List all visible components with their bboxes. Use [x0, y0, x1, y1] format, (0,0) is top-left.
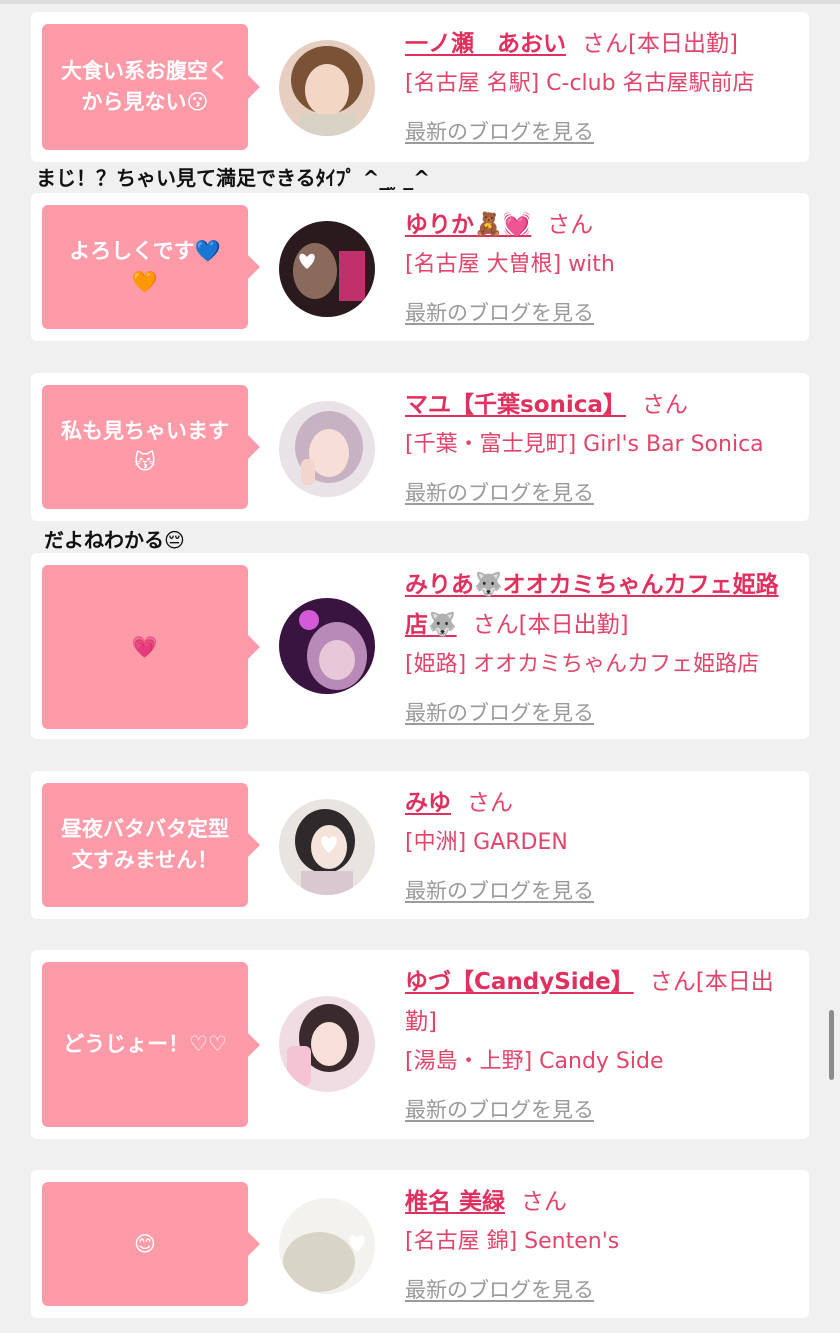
blog-card: 私も見ちゃいます😽 マユ【千葉sonica】 さん [千葉・富士見町] Girl'… — [31, 373, 809, 521]
blog-card: 大食い系お腹空くから見ない😗 一ノ瀬 あおい さん[本日出勤] [名古屋 名駅] … — [31, 12, 809, 162]
cast-suffix: さん[本日出勤] — [582, 31, 738, 57]
scrollbar-thumb[interactable] — [829, 1010, 834, 1080]
shop-label: [千葉・富士見町] Girl's Bar Sonica — [405, 432, 764, 457]
cast-info: 一ノ瀬 あおい さん[本日出勤] [名古屋 名駅] C-club 名古屋駅前店 最… — [405, 24, 799, 152]
avatar[interactable] — [279, 1198, 375, 1294]
latest-blog-link[interactable]: 最新のブログを見る — [405, 112, 594, 152]
message-text: 昼夜バタバタ定型文すみません！ — [61, 817, 229, 872]
message-bubble: よろしくです💙🧡 — [42, 205, 260, 329]
comment-text: だよねわかる😔 — [44, 528, 185, 552]
latest-blog-link[interactable]: 最新のブログを見る — [405, 293, 594, 333]
avatar[interactable] — [279, 40, 375, 136]
blog-card: 昼夜バタバタ定型文すみません！ みゆ さん [中洲] GARDEN 最新のブログを… — [31, 771, 809, 919]
top-divider — [0, 0, 840, 4]
message-text: 💗 — [131, 634, 159, 659]
shop-label: [名古屋 名駅] C-club 名古屋駅前店 — [405, 71, 755, 96]
message-bubble: 大食い系お腹空くから見ない😗 — [42, 24, 260, 150]
latest-blog-link[interactable]: 最新のブログを見る — [405, 1090, 594, 1130]
cast-name-link[interactable]: ゆりか🧸💓 — [405, 212, 531, 238]
avatar[interactable] — [279, 221, 375, 317]
cast-name-link[interactable]: みゆ — [405, 790, 451, 816]
shop-label: [名古屋 大曽根] with — [405, 252, 615, 277]
message-bubble: 昼夜バタバタ定型文すみません！ — [42, 783, 260, 907]
blog-card: どうじょー！♡♡ ゆづ【CandySide】 さん[本日出勤] [湯島・上野] C… — [31, 950, 809, 1139]
cast-suffix: さん — [547, 212, 594, 238]
cast-info: マユ【千葉sonica】 さん [千葉・富士見町] Girl's Bar Soni… — [405, 385, 799, 513]
shop-label: [名古屋 錦] Senten's — [405, 1229, 620, 1254]
avatar[interactable] — [279, 996, 375, 1092]
latest-blog-link[interactable]: 最新のブログを見る — [405, 1270, 594, 1310]
blog-card: よろしくです💙🧡 ゆりか🧸💓 さん [名古屋 大曽根] with 最新のブログを見… — [31, 193, 809, 341]
message-text: どうじょー！♡♡ — [63, 1032, 227, 1056]
cast-name-link[interactable]: 椎名 美緑 — [405, 1189, 505, 1215]
cast-info: 椎名 美緑 さん [名古屋 錦] Senten's 最新のブログを見る — [405, 1182, 799, 1310]
avatar[interactable] — [279, 598, 375, 694]
cast-info: みりあ🐺オオカミちゃんカフェ姫路店🐺 さん[本日出勤] [姫路] オオカミちゃんカ… — [405, 565, 799, 733]
cast-name-link[interactable]: マユ【千葉sonica】 — [405, 392, 626, 418]
shop-label: [湯島・上野] Candy Side — [405, 1049, 664, 1074]
blog-card: 💗 みりあ🐺オオカミちゃんカフェ姫路店🐺 さん[本日出勤] [姫路] オオカミちゃ… — [31, 553, 809, 739]
message-text: 😊 — [134, 1231, 156, 1256]
message-bubble: どうじょー！♡♡ — [42, 962, 260, 1127]
message-text: 大食い系お腹空くから見ない😗 — [61, 59, 229, 114]
shop-label: [姫路] オオカミちゃんカフェ姫路店 — [405, 652, 760, 677]
cast-suffix: さん — [467, 790, 513, 816]
latest-blog-link[interactable]: 最新のブログを見る — [405, 871, 594, 911]
latest-blog-link[interactable]: 最新のブログを見る — [405, 693, 594, 733]
cast-info: みゆ さん [中洲] GARDEN 最新のブログを見る — [405, 783, 799, 911]
message-text: よろしくです💙🧡 — [69, 239, 221, 294]
comment-text: まじ！？ちゃい見て満足できるﾀｲﾌﾟ ^_ ̫ _^ — [36, 166, 431, 190]
latest-blog-link[interactable]: 最新のブログを見る — [405, 473, 594, 513]
message-text: 私も見ちゃいます😽 — [61, 419, 229, 474]
avatar[interactable] — [279, 799, 375, 895]
blog-card: 😊 椎名 美緑 さん [名古屋 錦] Senten's 最新のブログを見る — [31, 1170, 809, 1318]
cast-info: ゆづ【CandySide】 さん[本日出勤] [湯島・上野] Candy Side… — [405, 962, 799, 1130]
cast-suffix: さん — [641, 392, 688, 418]
message-bubble: 😊 — [42, 1182, 260, 1306]
message-bubble: 私も見ちゃいます😽 — [42, 385, 260, 509]
shop-label: [中洲] GARDEN — [405, 830, 568, 855]
cast-suffix: さん[本日出勤] — [472, 612, 629, 638]
cast-name-link[interactable]: 一ノ瀬 あおい — [405, 31, 566, 57]
avatar[interactable] — [279, 401, 375, 497]
cast-info: ゆりか🧸💓 さん [名古屋 大曽根] with 最新のブログを見る — [405, 205, 799, 333]
cast-name-link[interactable]: ゆづ【CandySide】 — [405, 969, 634, 995]
cast-suffix: さん — [521, 1189, 568, 1215]
message-bubble: 💗 — [42, 565, 260, 729]
